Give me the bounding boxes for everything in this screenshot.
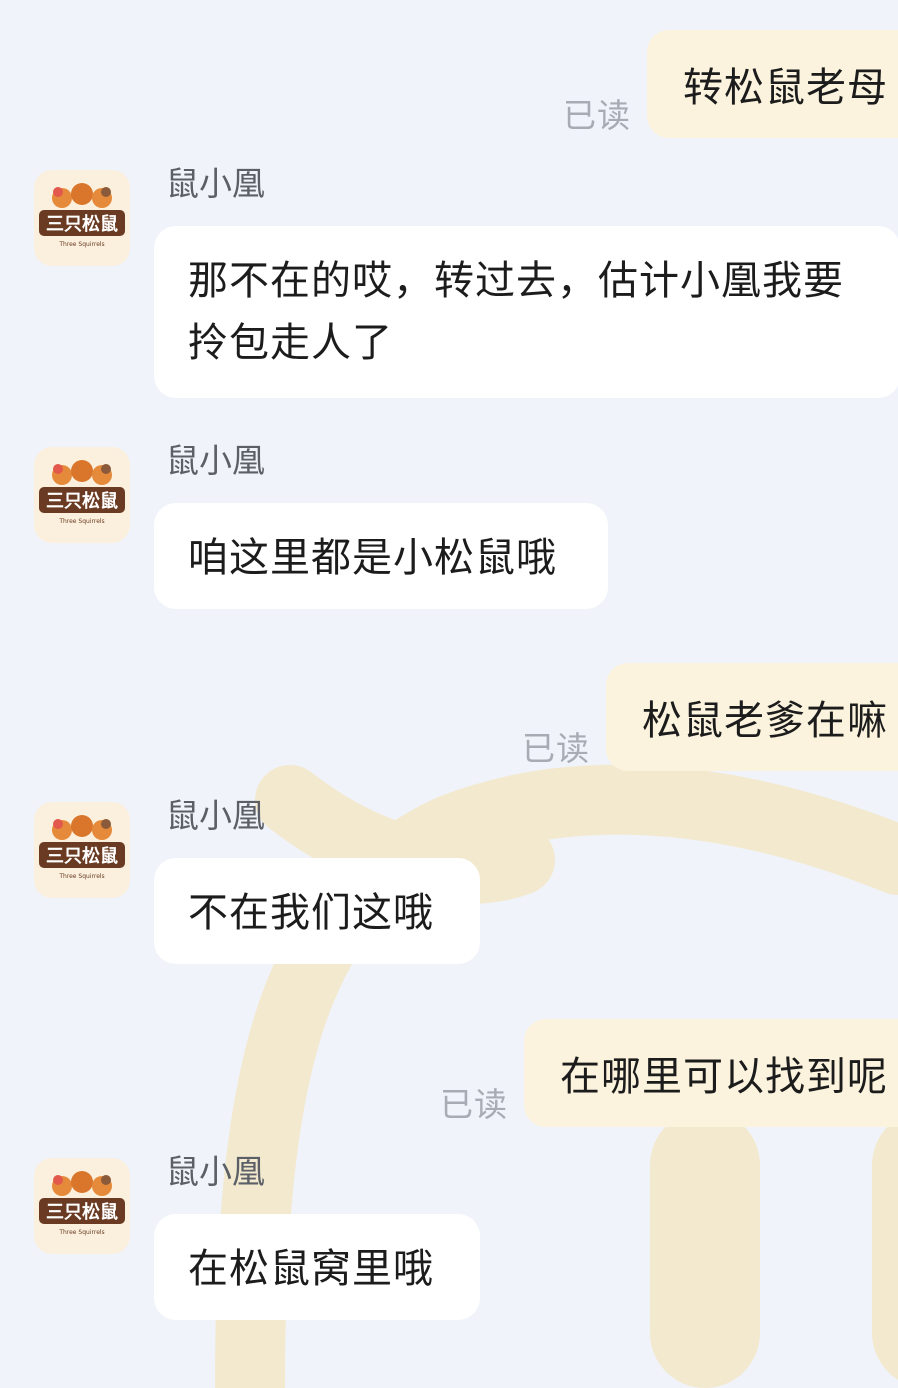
avatar[interactable]: 三只松鼠 Three Squirrels: [34, 1158, 130, 1254]
sender-name: 鼠小凰: [166, 796, 265, 835]
avatar-brand-text: 三只松鼠: [46, 1201, 118, 1223]
incoming-message-bubble[interactable]: 不在我们这哦: [154, 858, 480, 964]
my-message[interactable]: 已读 在哪里可以找到呢: [440, 1019, 898, 1127]
my-message-bubble[interactable]: 松鼠老爹在嘛: [606, 663, 898, 771]
avatar-brand-text: 三只松鼠: [46, 213, 118, 235]
read-status: 已读: [440, 1085, 508, 1124]
sender-name: 鼠小凰: [166, 164, 265, 203]
three-squirrels-logo-icon: 三只松鼠 Three Squirrels: [39, 460, 125, 525]
sender-name: 鼠小凰: [166, 441, 265, 480]
three-squirrels-logo-icon: 三只松鼠 Three Squirrels: [39, 815, 125, 880]
avatar[interactable]: 三只松鼠 Three Squirrels: [34, 802, 130, 898]
my-message-bubble[interactable]: 转松鼠老母: [647, 30, 898, 138]
avatar-brand-text: 三只松鼠: [46, 845, 118, 867]
avatar[interactable]: 三只松鼠 Three Squirrels: [34, 447, 130, 543]
sender-name: 鼠小凰: [166, 1152, 265, 1191]
avatar-brand-sub: Three Squirrels: [58, 873, 104, 880]
incoming-message-bubble[interactable]: 在松鼠窝里哦: [154, 1214, 480, 1320]
avatar-brand-sub: Three Squirrels: [58, 241, 104, 248]
three-squirrels-logo-icon: 三只松鼠 Three Squirrels: [39, 183, 125, 248]
incoming-message-bubble[interactable]: 咱这里都是小松鼠哦: [154, 503, 608, 609]
avatar-brand-sub: Three Squirrels: [58, 1229, 104, 1236]
my-message[interactable]: 已读 松鼠老爹在嘛: [522, 663, 898, 771]
avatar[interactable]: 三只松鼠 Three Squirrels: [34, 170, 130, 266]
incoming-message-bubble[interactable]: 那不在的哎，转过去，估计小凰我要拎包走人了: [154, 226, 898, 398]
three-squirrels-logo-icon: 三只松鼠 Three Squirrels: [39, 1171, 125, 1236]
avatar-brand-text: 三只松鼠: [46, 490, 118, 512]
avatar-brand-sub: Three Squirrels: [58, 518, 104, 525]
read-status: 已读: [563, 96, 631, 135]
my-message[interactable]: 已读 转松鼠老母: [563, 30, 898, 138]
my-message-bubble[interactable]: 在哪里可以找到呢: [524, 1019, 898, 1127]
read-status: 已读: [522, 729, 590, 768]
